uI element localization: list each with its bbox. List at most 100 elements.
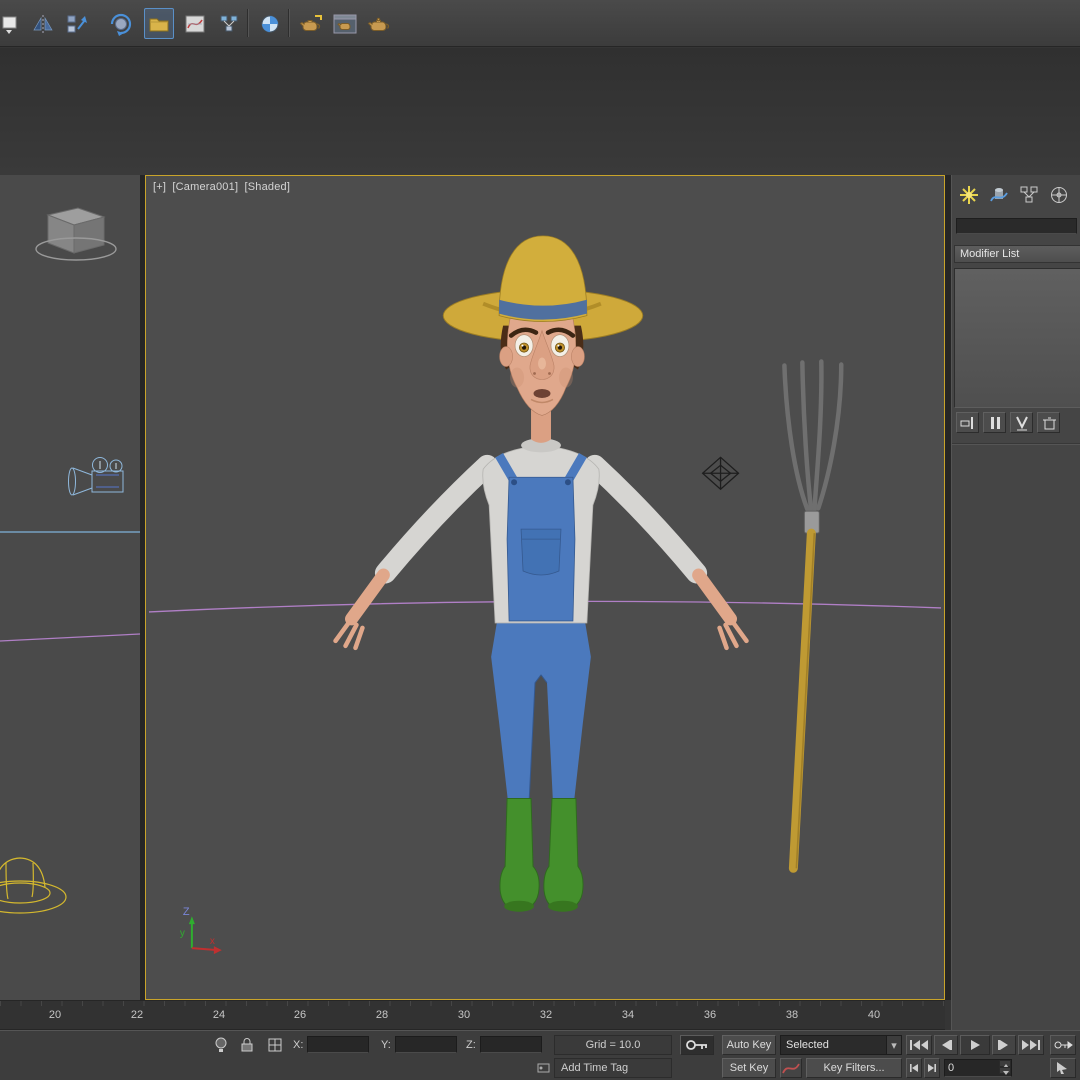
show-end-result-button[interactable]	[983, 412, 1006, 433]
mirror-icon	[33, 14, 53, 33]
timeline-track[interactable]: 20 22 24 26 28 30 32 34 36 38 40	[0, 1000, 945, 1030]
layer-rotate-button[interactable]	[106, 8, 136, 39]
modifier-list-dropdown[interactable]: Modifier List	[954, 245, 1080, 263]
previous-key-button[interactable]	[906, 1058, 922, 1078]
hat-wireframe-object[interactable]	[0, 857, 67, 914]
farmer-head	[499, 313, 585, 416]
layer-rotate-icon	[110, 13, 132, 36]
auto-key-button[interactable]: Auto Key	[722, 1035, 776, 1055]
go-to-end-button[interactable]	[1018, 1035, 1044, 1055]
key-mode-combo[interactable]: Selected ▾	[780, 1035, 902, 1055]
pin-stack-button[interactable]	[956, 412, 979, 433]
object-name-field[interactable]	[956, 218, 1077, 234]
key-step-icon	[1054, 1041, 1073, 1049]
next-key-button[interactable]	[924, 1058, 940, 1078]
key-filters-button[interactable]: Key Filters...	[806, 1058, 902, 1078]
tag-icon	[537, 1063, 550, 1073]
left-viewport-scene	[0, 207, 141, 914]
render-setup-button[interactable]	[296, 8, 326, 39]
selection-lock-toggle[interactable]	[238, 1035, 256, 1055]
rendered-frame-window-icon	[333, 14, 357, 33]
toolbar-separator	[288, 9, 290, 37]
render-production-button[interactable]	[364, 8, 394, 39]
add-time-tag[interactable]: Add Time Tag	[554, 1058, 672, 1078]
next-frame-icon	[998, 1040, 1008, 1050]
create-tab-icon	[959, 185, 978, 204]
timeline-tick-label: 32	[539, 1009, 553, 1021]
remove-modifier-icon	[1042, 417, 1056, 429]
mini-curve-view-button[interactable]	[1050, 1058, 1076, 1078]
z-coord-input[interactable]	[480, 1036, 542, 1053]
timeline-tick-label: 30	[457, 1009, 471, 1021]
previous-frame-button[interactable]	[934, 1035, 958, 1055]
camera-wireframe-object[interactable]	[68, 457, 124, 496]
show-end-result-icon	[990, 416, 1000, 429]
status-bar: X: Y: Z: Grid = 10.0 Auto Key Selected ▾	[0, 1030, 1080, 1080]
curve-editor-button[interactable]	[180, 8, 210, 39]
tab-motion[interactable]	[1045, 182, 1072, 207]
make-unique-button[interactable]	[1010, 412, 1033, 433]
pitchfork-object[interactable]	[782, 359, 844, 873]
material-editor-icon	[261, 15, 279, 32]
x-coord-input[interactable]	[307, 1036, 369, 1053]
tab-hierarchy[interactable]	[1015, 182, 1042, 207]
mirror-button[interactable]	[28, 8, 58, 39]
transform-typein-toggle[interactable]	[266, 1035, 284, 1055]
farmer-boots	[499, 797, 584, 912]
cursor-arrow-icon	[1057, 1062, 1067, 1074]
set-key-button[interactable]: Set Key	[722, 1058, 776, 1078]
render-setup-icon	[299, 14, 322, 31]
lightbulb-icon	[215, 1037, 227, 1052]
tab-modify[interactable]	[985, 182, 1012, 207]
timeline-tick-label: 24	[212, 1009, 226, 1021]
modifier-stack[interactable]	[954, 268, 1080, 408]
farmer-model[interactable]	[333, 235, 749, 912]
next-frame-button[interactable]	[992, 1035, 1016, 1055]
main-toolbar	[0, 0, 1080, 47]
align-button[interactable]	[62, 8, 92, 39]
go-to-start-button[interactable]	[906, 1035, 932, 1055]
typein-icon	[268, 1038, 282, 1052]
rendered-frame-window-button[interactable]	[330, 8, 360, 39]
axis-z-label: Z	[183, 906, 190, 918]
timeline-tickmarks	[0, 1001, 945, 1006]
left-viewport[interactable]	[0, 175, 141, 1000]
key-mode-value: Selected	[786, 1039, 829, 1051]
tab-create[interactable]	[955, 182, 982, 207]
go-to-end-icon	[1022, 1040, 1040, 1050]
viewport-axis-tripod: Z y x	[180, 906, 222, 955]
pitchfork-handle	[788, 528, 816, 873]
dummy-cube-object[interactable]	[35, 207, 117, 261]
point-helper-gizmo[interactable]	[701, 456, 740, 491]
previous-frame-icon	[942, 1040, 952, 1050]
spinner-arrows[interactable]	[999, 1060, 1011, 1075]
curve-editor-icon	[185, 15, 205, 32]
x-coord-label: X:	[293, 1039, 304, 1051]
current-frame-spinner[interactable]	[944, 1059, 1012, 1077]
material-editor-button[interactable]	[255, 8, 285, 39]
y-coord-label: Y:	[381, 1039, 391, 1051]
schematic-view-button[interactable]	[214, 8, 244, 39]
isolate-selection-toggle[interactable]	[212, 1035, 230, 1055]
workspace-dropdown-button[interactable]	[0, 8, 22, 39]
axis-y-label: y	[180, 928, 185, 939]
time-tag-icon	[536, 1059, 552, 1077]
panel-divider	[952, 443, 1080, 445]
farmer-right-arm	[584, 454, 708, 584]
scene-explorer-button[interactable]	[144, 8, 174, 39]
timeline-tick-label: 36	[703, 1009, 717, 1021]
camera-viewport[interactable]: [+] [Camera001] [Shaded] Z y x	[145, 175, 945, 1000]
default-tangent-button[interactable]	[780, 1058, 802, 1078]
y-coord-input[interactable]	[395, 1036, 457, 1053]
go-to-start-icon	[910, 1040, 928, 1050]
z-coord-label: Z:	[466, 1039, 476, 1051]
farmer-overalls-bib	[495, 453, 587, 622]
set-keys-button[interactable]	[680, 1035, 714, 1055]
hierarchy-tab-icon	[1020, 186, 1037, 202]
align-icon	[67, 15, 87, 32]
remove-modifier-button[interactable]	[1037, 412, 1060, 433]
timeline-tick-label: 38	[785, 1009, 799, 1021]
toolbar-separator	[247, 9, 249, 37]
play-button[interactable]	[960, 1035, 990, 1055]
key-mode-toggle-button[interactable]	[1050, 1035, 1076, 1055]
